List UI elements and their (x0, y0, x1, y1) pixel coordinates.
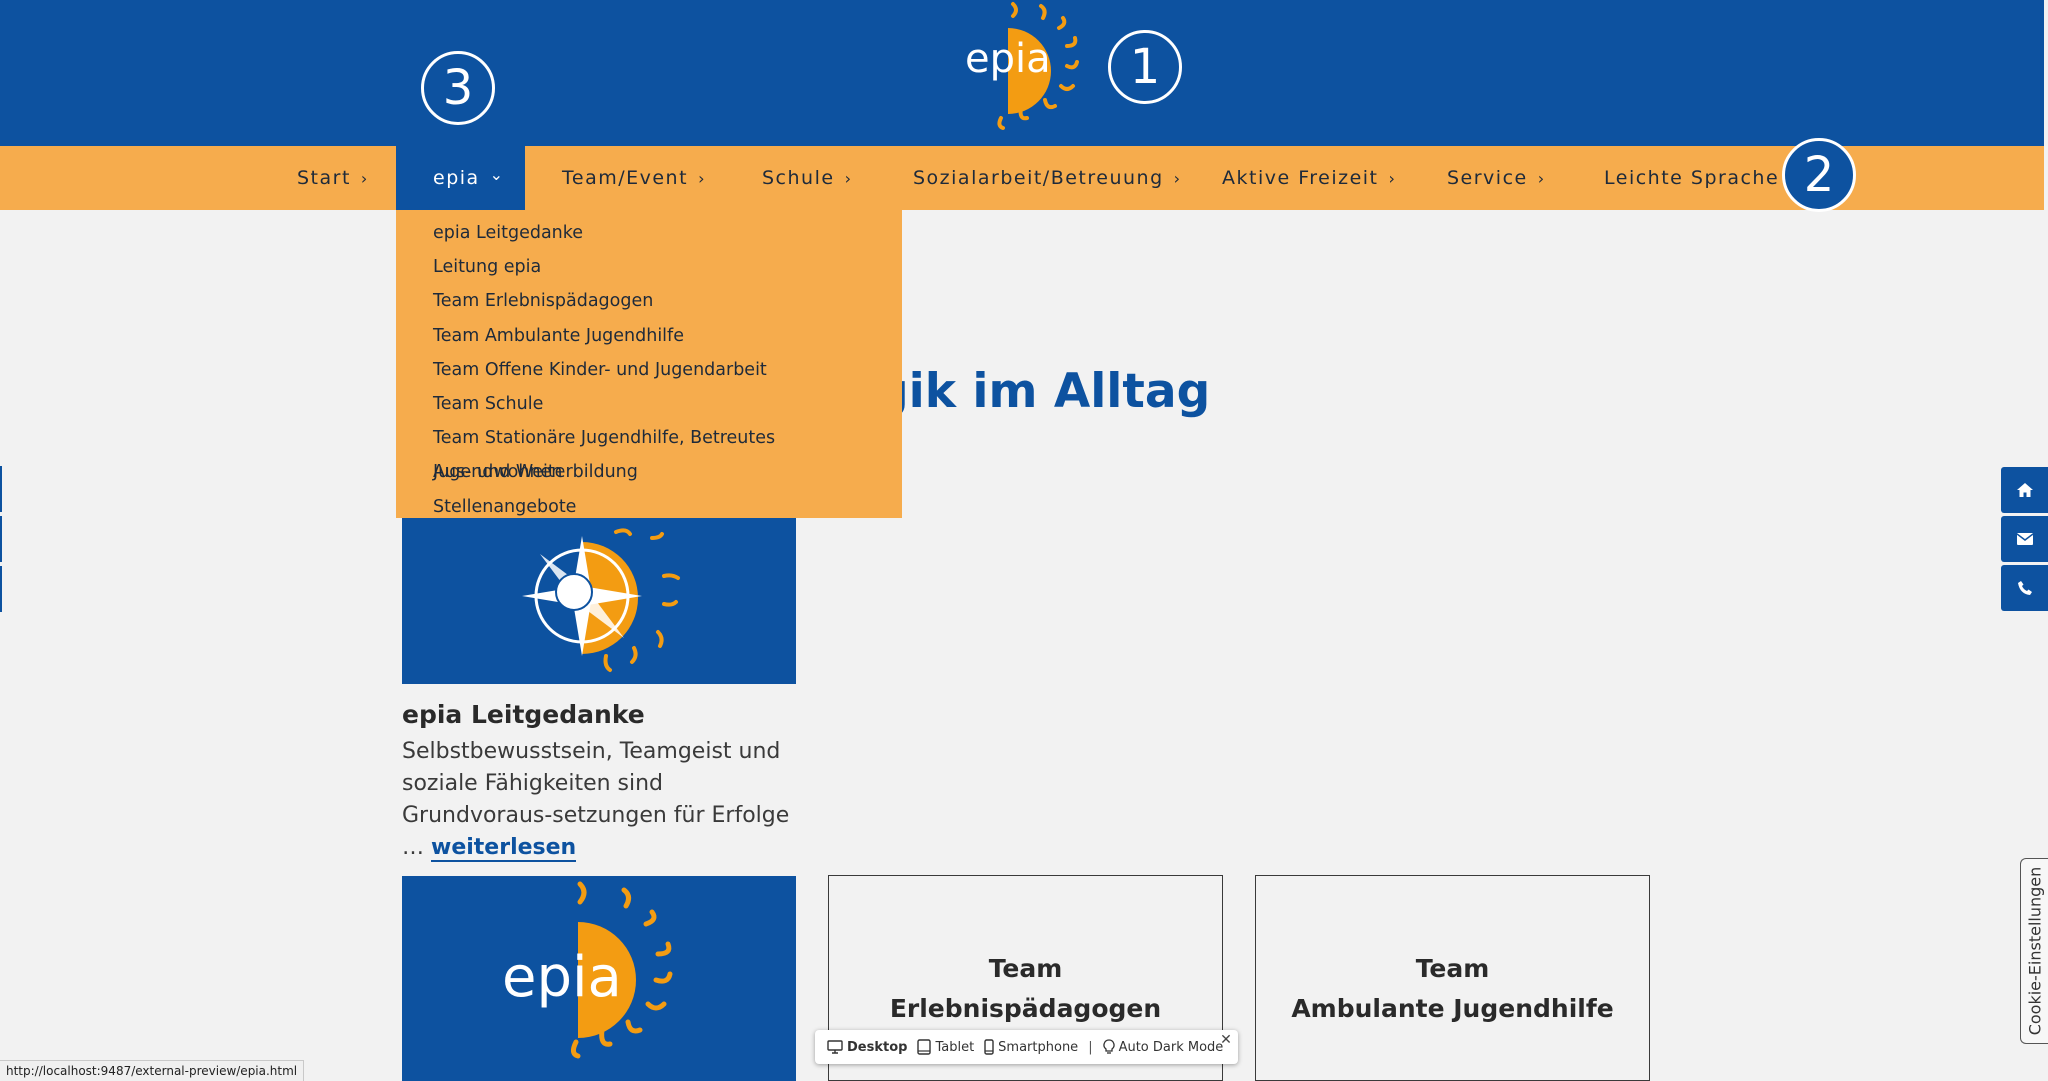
nav-item-service[interactable]: Service › (1447, 146, 1546, 210)
dropdown-item[interactable]: Team Ambulante Jugendhilfe (396, 319, 902, 353)
chevron-right-icon: › (1388, 168, 1397, 188)
lightbulb-icon (1102, 1039, 1115, 1054)
nav-label: Start (297, 167, 351, 189)
phone-icon (2017, 581, 2032, 595)
epia-dropdown-menu: epia Leitgedanke Leitung epia Team Erleb… (396, 210, 902, 518)
team-card-title: Team Erlebnispädagogen (829, 949, 1222, 1029)
cookie-settings-label: Cookie-Einstellungen (2025, 866, 2044, 1036)
team-card-line: Ambulante Jugendhilfe (1291, 994, 1614, 1023)
monitor-icon (827, 1040, 843, 1054)
epia-logo: epia (502, 881, 673, 1059)
dropdown-item[interactable]: epia Leitgedanke (396, 216, 902, 250)
team-card-line: Team (1415, 954, 1490, 983)
dropdown-item[interactable]: Team Stationäre Jugendhilfe, Betreutes J… (396, 421, 902, 482)
nav-label: Team/Event (562, 167, 689, 189)
team-card-line: Team (988, 954, 1063, 983)
email-button[interactable] (2001, 516, 2048, 562)
nav-item-start[interactable]: Start › (297, 146, 369, 210)
preview-mode-bar: Desktop Tablet Smartphone | Auto Dark Mo… (815, 1030, 1238, 1064)
dropdown-item[interactable]: Team Schule (396, 387, 902, 421)
nav-label: Schule (762, 167, 835, 189)
epia-logo[interactable]: epia (955, 0, 1095, 140)
nav-label: Leichte Sprache (1604, 167, 1780, 189)
nav-item-epia[interactable]: epia ⌄ (396, 146, 525, 210)
nav-item-sozialarbeit[interactable]: Sozialarbeit/Betreuung › (913, 146, 1182, 210)
nav-label: Aktive Freizeit (1222, 167, 1379, 189)
callout-2: 2 (1782, 138, 1856, 212)
auto-dark-mode-label: Auto Dark Mode (1118, 1039, 1224, 1055)
dropdown-item[interactable]: Team Erlebnispädagogen (396, 284, 902, 318)
auto-dark-mode-toggle[interactable]: Auto Dark Mode (1102, 1039, 1224, 1055)
cookie-settings-tab[interactable]: Cookie-Einstellungen (2020, 858, 2048, 1044)
nav-item-aktive-freizeit[interactable]: Aktive Freizeit › (1222, 146, 1396, 210)
dropdown-item[interactable]: Team Offene Kinder- und Jugendarbeit (396, 353, 902, 387)
team-card-title: Team Ambulante Jugendhilfe (1256, 949, 1649, 1029)
separator: | (1088, 1039, 1093, 1055)
preview-tablet-button[interactable]: Tablet (917, 1039, 974, 1055)
header-edge (2044, 0, 2048, 146)
callout-1: 1 (1108, 30, 1182, 104)
nav-label: Service (1447, 167, 1528, 189)
card-image-leitgedanke[interactable] (402, 516, 796, 684)
team-card-ambulante-jugendhilfe[interactable]: Team Ambulante Jugendhilfe (1255, 875, 1650, 1081)
svg-text:epia: epia (965, 36, 1051, 82)
chevron-right-icon: › (1537, 168, 1546, 188)
nav-item-leichte-sprache[interactable]: Leichte Sprache (1604, 146, 1779, 210)
callout-3: 3 (421, 51, 495, 125)
page-headline: gik im Alltag (875, 364, 1211, 419)
home-icon (2016, 483, 2033, 497)
dropdown-item[interactable]: Stellenangebote (396, 490, 902, 524)
card-image-leitung[interactable]: epia (402, 876, 796, 1081)
nav-item-schule[interactable]: Schule › (762, 146, 852, 210)
main-navigation: Start › epia ⌄ Team/Event › Schule › Soz… (0, 146, 2044, 210)
chevron-right-icon: › (360, 168, 369, 188)
smartphone-icon (984, 1039, 994, 1055)
preview-tablet-label: Tablet (935, 1039, 975, 1055)
compass-sun-icon (522, 528, 680, 672)
site-header: epia (0, 0, 2048, 146)
svg-text:epia: epia (502, 945, 622, 1010)
edge-marker (0, 566, 2, 612)
tablet-icon (917, 1039, 932, 1055)
status-bar-url: http://localhost:9487/external-preview/e… (0, 1060, 305, 1081)
dropdown-item[interactable]: Aus- und Weiterbildung (396, 455, 902, 489)
preview-desktop-button[interactable]: Desktop (827, 1040, 907, 1055)
preview-smartphone-button[interactable]: Smartphone (984, 1039, 1078, 1055)
preview-smartphone-label: Smartphone (998, 1039, 1079, 1055)
read-more-link[interactable]: weiterlesen (431, 835, 577, 862)
phone-button[interactable] (2001, 565, 2048, 611)
close-icon[interactable]: ✕ (1218, 1032, 1234, 1048)
nav-item-team-event[interactable]: Team/Event › (562, 146, 706, 210)
envelope-icon (2016, 533, 2033, 545)
card-title: epia Leitgedanke (402, 700, 645, 729)
card-text: Selbstbewusstsein, Teamgeist und soziale… (402, 736, 812, 864)
chevron-down-icon: ⌄ (489, 164, 505, 184)
chevron-right-icon: › (698, 168, 706, 188)
nav-label: Sozialarbeit/Betreuung (913, 167, 1164, 189)
home-button[interactable] (2001, 467, 2048, 513)
edge-marker (0, 466, 2, 512)
nav-label: epia (433, 167, 480, 189)
chevron-right-icon: › (844, 168, 853, 188)
edge-marker (0, 516, 2, 562)
preview-desktop-label: Desktop (847, 1039, 908, 1055)
team-card-line: Erlebnispädagogen (889, 994, 1162, 1023)
chevron-right-icon: › (1173, 168, 1182, 188)
dropdown-item[interactable]: Leitung epia (396, 250, 902, 284)
